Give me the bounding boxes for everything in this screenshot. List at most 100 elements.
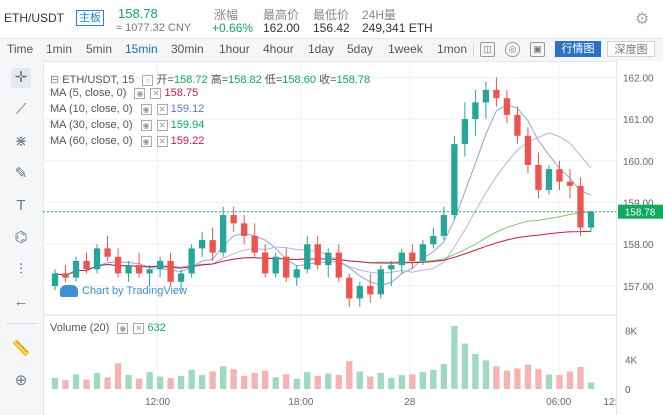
close-icon[interactable]: ✕: [156, 135, 168, 147]
volume-bar: [461, 343, 469, 389]
volume-bar: [566, 371, 574, 389]
pattern-icon[interactable]: ⌬: [11, 228, 31, 248]
volume-bar: [503, 370, 511, 389]
candle-up: [430, 235, 437, 245]
eye-icon[interactable]: ◉: [140, 119, 152, 131]
candle-down: [62, 273, 69, 278]
price-tick-label: 158.00: [623, 240, 654, 251]
candle-up: [304, 244, 311, 270]
price-tick-labels: 162.00161.00160.00159.00158.00157.00: [623, 73, 654, 293]
candle-up: [51, 273, 59, 286]
indicators-icon[interactable]: ◎: [505, 42, 520, 57]
back-arrow-icon[interactable]: ←: [11, 292, 31, 312]
text-tool-icon[interactable]: T: [11, 196, 31, 216]
ma60-legend: MA (60, close, 0) ◉ ✕ 159.22: [50, 135, 204, 147]
candle-up: [377, 269, 384, 295]
ma30-legend: MA (30, close, 0) ◉ ✕ 159.94: [50, 119, 204, 131]
volume-bar: [104, 377, 111, 389]
close-icon[interactable]: ✕: [156, 119, 168, 131]
volume-bar: [556, 375, 563, 389]
candle-down: [335, 252, 342, 278]
ma5-label: MA (5, close, 0): [50, 87, 127, 99]
gear-icon[interactable]: ⚙: [635, 9, 649, 29]
candle-up: [398, 252, 405, 266]
candle-up: [587, 211, 595, 228]
high-value: 158.82: [228, 74, 262, 86]
candle-down: [367, 285, 374, 295]
ma10-line: [54, 132, 592, 277]
volume-tick-label: 0: [625, 385, 631, 396]
candle-up: [482, 89, 490, 103]
interval-5min[interactable]: 5min: [86, 42, 112, 56]
sidebar-divider: [6, 323, 37, 324]
brush-icon[interactable]: ✎: [11, 164, 31, 184]
candle-up: [293, 269, 300, 278]
chart-type-icon[interactable]: ◫: [480, 42, 495, 57]
eye-icon[interactable]: ◉: [140, 135, 152, 147]
ma5-line: [54, 104, 592, 286]
eye-icon[interactable]: ◉: [134, 87, 146, 99]
interval-4hour[interactable]: 4hour: [263, 42, 294, 56]
candle-up: [72, 260, 80, 278]
eye-icon[interactable]: ◉: [117, 322, 129, 334]
candle-down: [514, 114, 521, 136]
eye-icon[interactable]: ◉: [140, 103, 152, 115]
interval-1mon[interactable]: 1mon: [437, 42, 467, 56]
volume-series: [51, 325, 595, 389]
zoom-in-icon[interactable]: ⊕: [11, 371, 31, 391]
fullscreen-icon[interactable]: ▣: [530, 42, 545, 57]
interval-1min[interactable]: 1min: [46, 42, 72, 56]
ma30-label: MA (30, close, 0): [50, 119, 133, 131]
volume-bar: [114, 363, 122, 389]
volume-bar: [430, 369, 437, 389]
collapse-icon[interactable]: ⊟: [50, 74, 59, 86]
candle-down: [556, 169, 563, 182]
legend-settings-icon[interactable]: ○: [142, 74, 154, 86]
volume-bar: [335, 375, 342, 389]
time-tick-label: 12:: [603, 397, 616, 408]
volume-bar: [209, 371, 216, 389]
close-icon[interactable]: ✕: [156, 103, 168, 115]
interval-15min[interactable]: 15min: [125, 42, 158, 56]
fib-tool-icon[interactable]: ⋇: [11, 132, 31, 152]
market-header: ETH/USDT 主板 158.78 ≈ 1077.32 CNY 涨幅 +0.6…: [0, 0, 663, 38]
interval-time[interactable]: Time: [7, 42, 33, 56]
candle-up: [451, 144, 458, 216]
pair-name[interactable]: ETH/USDT: [4, 11, 64, 25]
volume-tick-labels: 8K 4K 0: [625, 326, 638, 396]
volume-bar: [51, 378, 59, 389]
crosshair-icon[interactable]: ✛: [11, 68, 31, 88]
volume-bar: [356, 371, 363, 389]
close-icon[interactable]: ✕: [133, 322, 145, 334]
candle-up: [125, 265, 132, 274]
time-tick-label: 12:00: [145, 397, 170, 408]
volume-bar: [230, 369, 237, 389]
tradingview-watermark[interactable]: Chart by TradingView: [60, 285, 187, 298]
ruler-icon[interactable]: 📏: [11, 339, 31, 359]
line-chart-button[interactable]: 行情图: [555, 41, 601, 57]
interval-5day[interactable]: 5day: [347, 42, 373, 56]
volume-bar: [472, 353, 479, 389]
candle-down: [114, 256, 122, 274]
candle-down: [209, 240, 216, 253]
volume-bar: [440, 364, 448, 389]
volume-bar: [388, 378, 395, 389]
interval-1hour[interactable]: 1hour: [219, 42, 250, 56]
candle-down: [314, 244, 321, 266]
close-icon[interactable]: ✕: [150, 87, 162, 99]
trend-line-icon[interactable]: ⟋: [11, 100, 31, 120]
volume-bar: [262, 370, 269, 389]
volume-24h-value: 249,341 ETH: [362, 21, 433, 35]
interval-30min[interactable]: 30min: [171, 42, 204, 56]
volume-bar: [493, 366, 500, 389]
high-label: 高=: [210, 74, 229, 86]
low-value: 156.42: [313, 21, 350, 35]
depth-chart-button[interactable]: 深度图: [607, 41, 655, 57]
last-price: 158.78: [118, 6, 158, 21]
interval-1week[interactable]: 1week: [388, 42, 423, 56]
change-value: +0.66%: [212, 21, 254, 35]
candle-down: [283, 256, 290, 278]
interval-1day[interactable]: 1day: [308, 42, 334, 56]
candle-down: [104, 248, 111, 257]
prediction-icon[interactable]: ⫶: [11, 260, 31, 280]
